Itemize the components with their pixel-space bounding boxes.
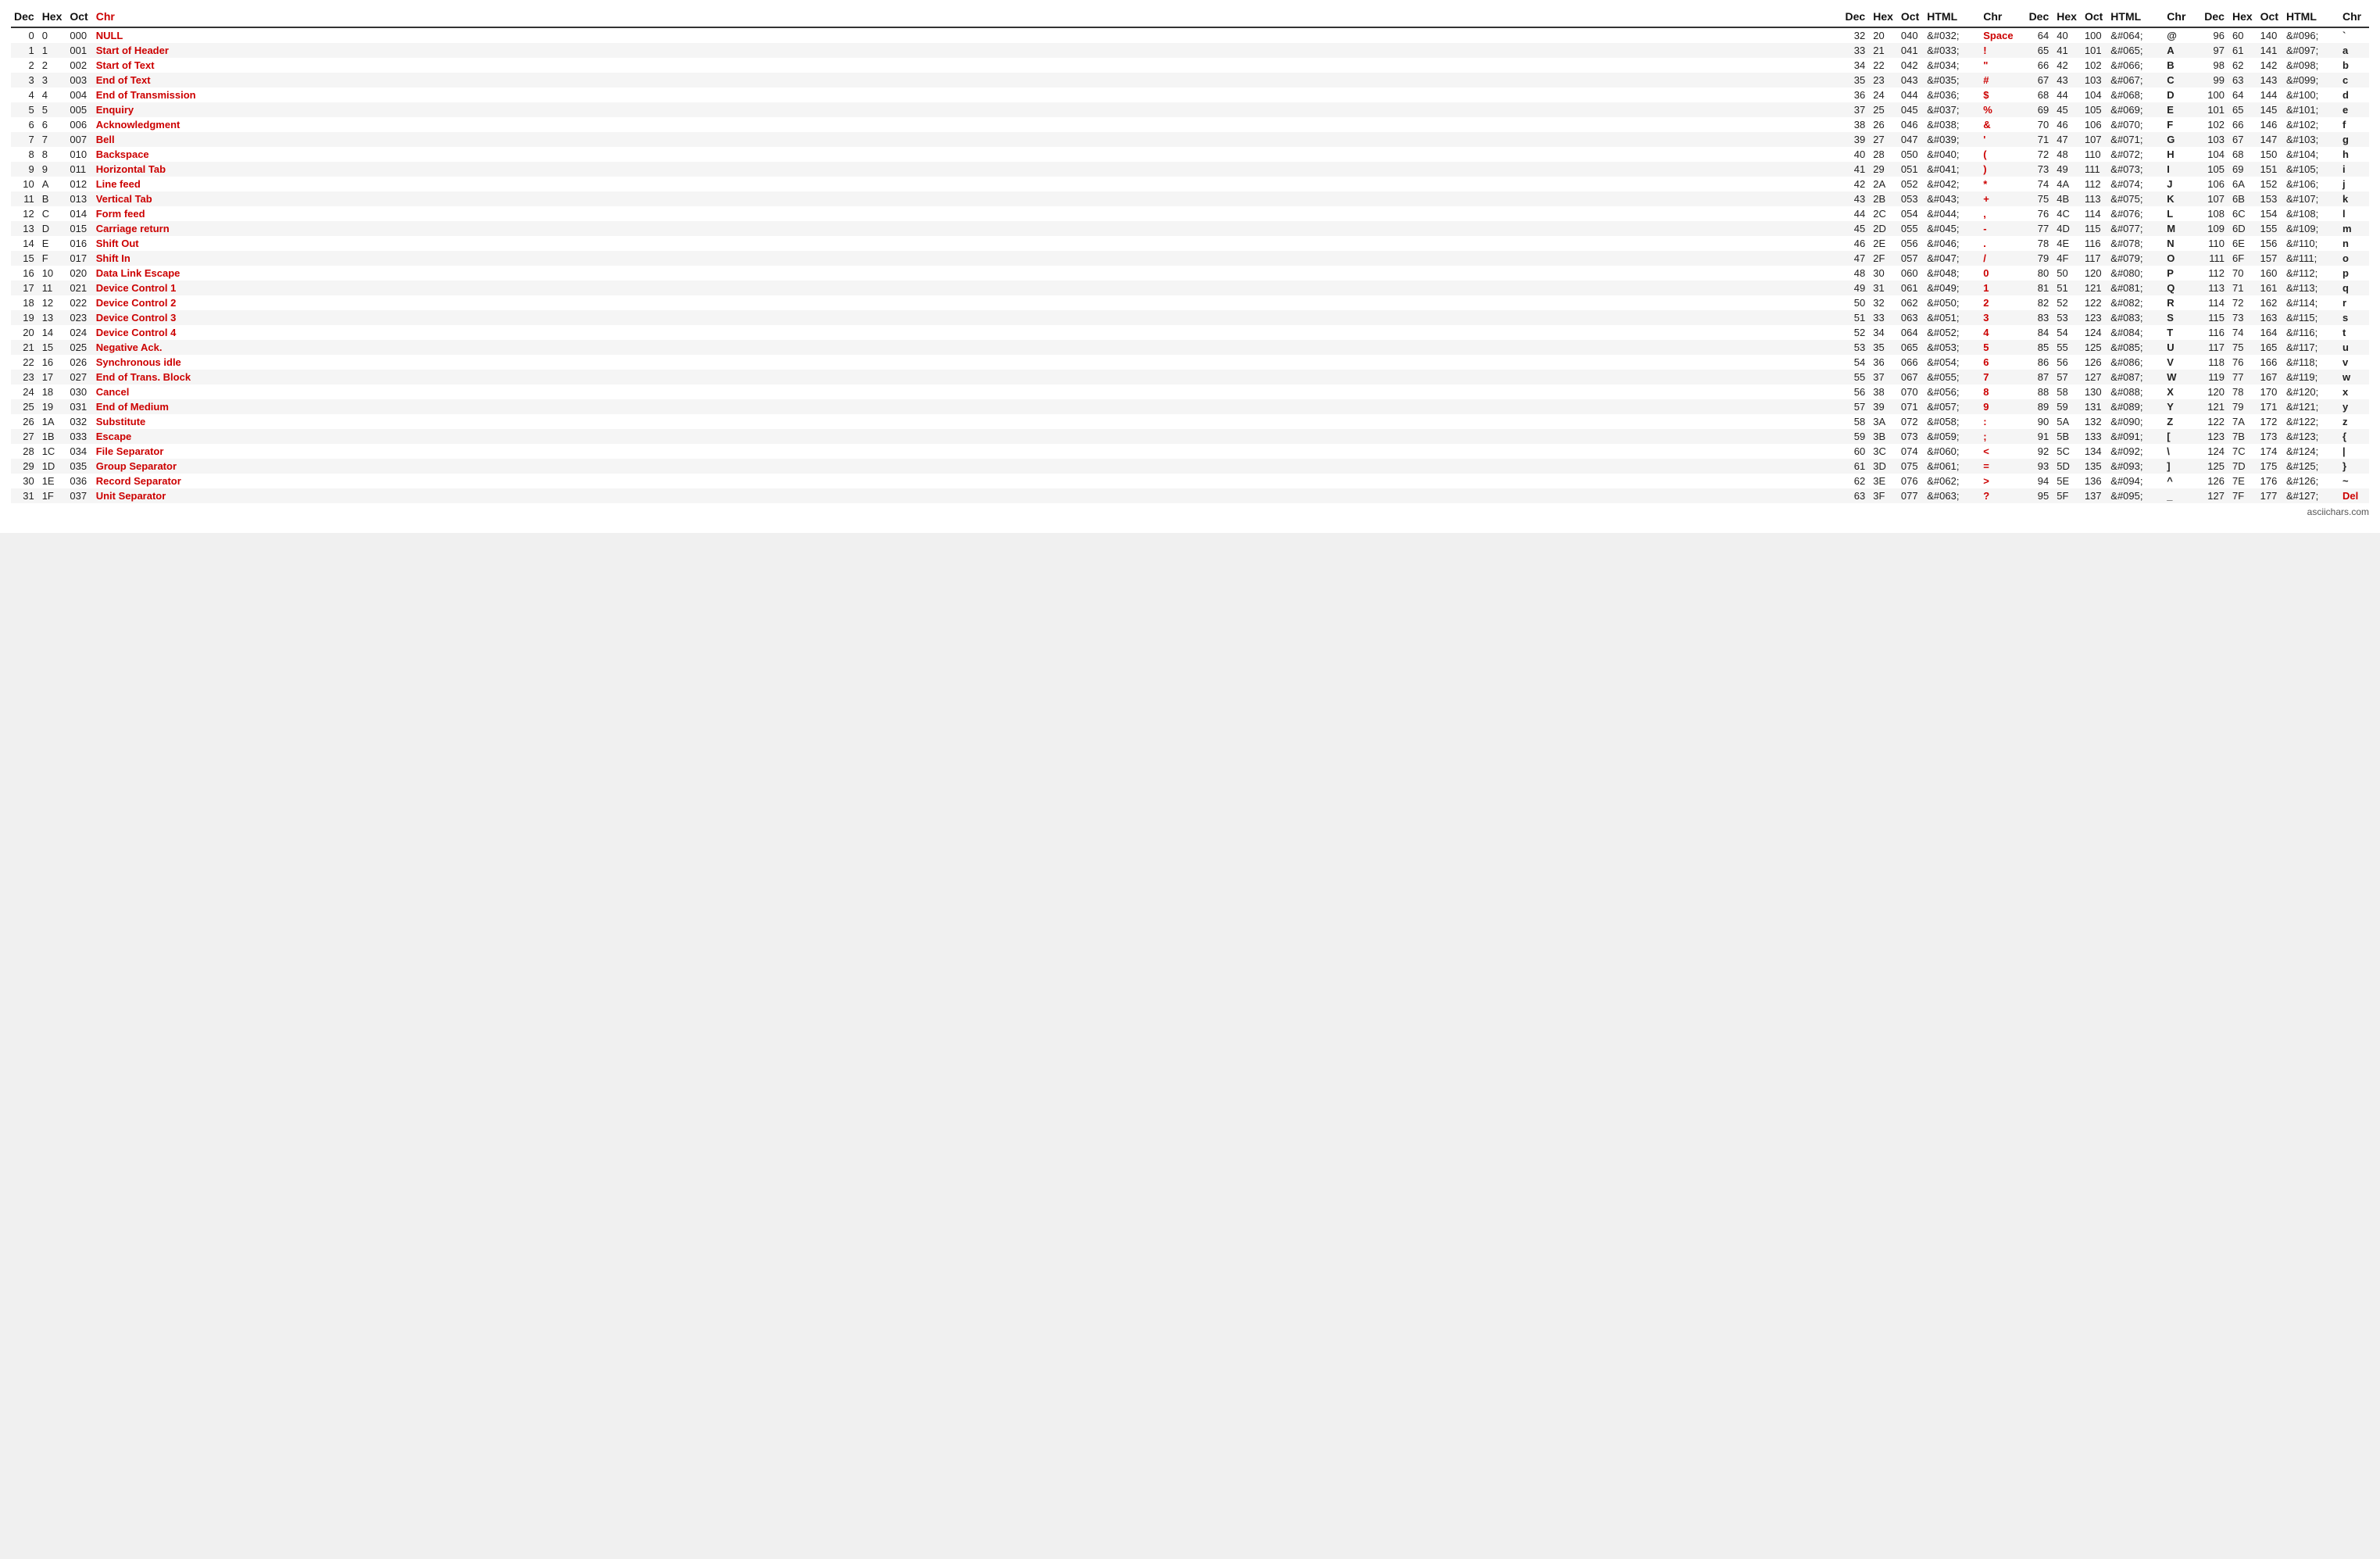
col-header-hex2: Hex xyxy=(1870,8,1898,27)
table-row: 14E016Shift Out462E056&#046;.784E116&#07… xyxy=(11,236,2369,251)
header-row: Dec Hex Oct Chr Dec Hex Oct HTML Chr Dec… xyxy=(11,8,2369,27)
table-row: 271B033Escape593B073&#059;;915B133&#091;… xyxy=(11,429,2369,444)
table-row: 1812022Device Control 25032062&#050;2825… xyxy=(11,295,2369,310)
table-row: 11B013Vertical Tab432B053&#043;+754B113&… xyxy=(11,191,2369,206)
table-row: 12C014Form feed442C054&#044;,764C114&#07… xyxy=(11,206,2369,221)
table-row: 2519031End of Medium5739071&#057;9895913… xyxy=(11,399,2369,414)
col-header-oct4: Oct xyxy=(2257,8,2283,27)
col-header-hex3: Hex xyxy=(2053,8,2082,27)
main-container: Dec Hex Oct Chr Dec Hex Oct HTML Chr Dec… xyxy=(0,0,2380,533)
col-header-dec4: Dec xyxy=(2201,8,2229,27)
table-row: 2014024Device Control 45234064&#052;4845… xyxy=(11,325,2369,340)
col-header-hex1: Hex xyxy=(39,8,67,27)
table-row: 2317027End of Trans. Block5537067&#055;7… xyxy=(11,370,2369,384)
table-row: 261A032Substitute583A072&#058;:905A132&#… xyxy=(11,414,2369,429)
table-row: 99011Horizontal Tab4129051&#041;)7349111… xyxy=(11,162,2369,177)
table-row: 13D015Carriage return452D055&#045;-774D1… xyxy=(11,221,2369,236)
col-header-html3: HTML xyxy=(2107,8,2164,27)
table-row: 88010Backspace4028050&#040;(7248110&#072… xyxy=(11,147,2369,162)
col-header-dec2: Dec xyxy=(1842,8,1871,27)
col-header-chrsym2: Chr xyxy=(1980,8,2017,27)
table-row: 1610020Data Link Escape4830060&#048;0805… xyxy=(11,266,2369,281)
table-row: 66006Acknowledgment3826046&#038;&7046106… xyxy=(11,117,2369,132)
table-body: 00000NULL3220040&#032;Space6440100&#064;… xyxy=(11,27,2369,503)
table-row: 55005Enquiry3725045&#037;%6945105&#069;E… xyxy=(11,102,2369,117)
table-row: 301E036Record Separator623E076&#062;>945… xyxy=(11,474,2369,488)
table-row: 2216026Synchronous idle5436066&#054;6865… xyxy=(11,355,2369,370)
col-header-hex4: Hex xyxy=(2229,8,2257,27)
table-row: 2115025Negative Ack.5335065&#053;5855512… xyxy=(11,340,2369,355)
col-header-chr1: Chr xyxy=(93,8,1835,27)
table-row: 291D035Group Separator613D075&#061;=935D… xyxy=(11,459,2369,474)
col-header-html4: HTML xyxy=(2283,8,2339,27)
col-header-oct3: Oct xyxy=(2082,8,2107,27)
col-header-oct2: Oct xyxy=(1898,8,1924,27)
col-header-oct1: Oct xyxy=(66,8,92,27)
col-header-html2: HTML xyxy=(1924,8,1980,27)
table-row: 77007Bell3927047&#039;'7147107&#071;G103… xyxy=(11,132,2369,147)
table-row: 1711021Device Control 14931061&#049;1815… xyxy=(11,281,2369,295)
table-row: 1913023Device Control 35133063&#051;3835… xyxy=(11,310,2369,325)
table-row: 2418030Cancel5638070&#056;88858130&#088;… xyxy=(11,384,2369,399)
col-header-dec3: Dec xyxy=(2026,8,2054,27)
col-header-chrsym3: Chr xyxy=(2164,8,2193,27)
footer-text: asciichars.com xyxy=(11,506,2369,517)
table-row: 311F037Unit Separator633F077&#063;?955F1… xyxy=(11,488,2369,503)
table-row: 33003End of Text3523043&#035;#6743103&#0… xyxy=(11,73,2369,88)
ascii-table: Dec Hex Oct Chr Dec Hex Oct HTML Chr Dec… xyxy=(11,8,2369,503)
col-header-dec1: Dec xyxy=(11,8,39,27)
table-row: 281C034File Separator603C074&#060;<925C1… xyxy=(11,444,2369,459)
table-row: 00000NULL3220040&#032;Space6440100&#064;… xyxy=(11,27,2369,43)
table-row: 10A012Line feed422A052&#042;*744A112&#07… xyxy=(11,177,2369,191)
table-row: 11001Start of Header3321041&#033;!654110… xyxy=(11,43,2369,58)
table-row: 44004End of Transmission3624044&#036;$68… xyxy=(11,88,2369,102)
col-header-chrsym4: Chr xyxy=(2339,8,2369,27)
table-row: 22002Start of Text3422042&#034;"6642102&… xyxy=(11,58,2369,73)
table-row: 15F017Shift In472F057&#047;/794F117&#079… xyxy=(11,251,2369,266)
